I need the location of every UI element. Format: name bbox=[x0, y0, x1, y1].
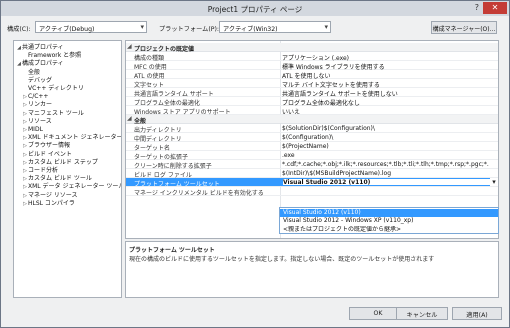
tree-item-label: ビルド イベント bbox=[28, 150, 72, 158]
property-row[interactable]: Windows ストア アプリのサポート いいえ bbox=[126, 106, 498, 116]
tree-item[interactable]: ▷コード分析 bbox=[14, 167, 58, 175]
tree-item-label: デバッグ bbox=[28, 76, 53, 84]
property-name: マネージ インクリメンタル ビルドを有効化する bbox=[134, 190, 264, 197]
property-tree[interactable]: ◢共通プロパティ Framework と参照 ◢構成プロパティ 全般 デバッグ VC++ … bbox=[13, 40, 122, 298]
tree-item[interactable]: ▷HLSL コンパイラ bbox=[14, 200, 75, 208]
tree-item[interactable]: ◢共通プロパティ bbox=[14, 44, 64, 52]
property-value: .exe bbox=[282, 152, 295, 159]
tree-item-label: Framework と参照 bbox=[28, 52, 82, 60]
property-value: *.cdf;*.cache;*.obj;*.ilk;*.resources;*.… bbox=[282, 161, 489, 168]
chevron-down-icon[interactable]: ▾ bbox=[490, 178, 498, 186]
tree-item-label: VC++ ディレクトリ bbox=[28, 85, 84, 92]
tree-item[interactable]: ▷リソース bbox=[14, 118, 52, 126]
tree-item[interactable]: ▷マネージ リソース bbox=[14, 191, 78, 200]
property-row[interactable]: ターゲットの拡張子 .exe bbox=[126, 151, 498, 161]
tree-item[interactable]: ▷カスタム ビルド ステップ bbox=[14, 159, 98, 167]
property-row[interactable]: ATL の使用 ATL を使用しない bbox=[126, 70, 498, 80]
tree-item-label: 構成プロパティ bbox=[22, 60, 64, 68]
tree-item-label: リンカー bbox=[28, 101, 53, 109]
configuration-label: 構成(C): bbox=[7, 26, 31, 33]
description-title: プラットフォーム ツールセット bbox=[129, 247, 215, 254]
category-header[interactable]: ◢ 全般 bbox=[126, 115, 498, 125]
property-row[interactable]: マネージ インクリメンタル ビルドを有効化する bbox=[126, 187, 498, 197]
description-text: 現在の構成のビルドに使用するツールセットを指定します。指定しない場合、既定のツー… bbox=[129, 256, 435, 263]
tree-item-label: ブラウザー情報 bbox=[28, 142, 71, 150]
property-row[interactable]: クリーン時に削除する拡張子 *.cdf;*.cache;*.obj;*.ilk;*… bbox=[126, 160, 498, 170]
configuration-bar: 構成(C): アクティブ(Debug) ▾ プラットフォーム(P): アクティブ… bbox=[1, 19, 509, 35]
property-value: $(Configuration)\ bbox=[282, 134, 334, 141]
platform-select[interactable]: アクティブ(Win32) ▾ bbox=[219, 21, 331, 33]
configuration-manager-button[interactable]: 構成マネージャー(O)... bbox=[431, 21, 497, 34]
tree-item-label: コード分析 bbox=[28, 167, 59, 174]
configuration-select[interactable]: アクティブ(Debug) ▾ bbox=[35, 21, 147, 33]
category-header[interactable]: ◢ プロジェクトの既定値 bbox=[126, 43, 498, 53]
tree-item[interactable]: ▷ビルド イベント bbox=[14, 151, 72, 159]
chevron-down-icon: ▾ bbox=[324, 23, 328, 31]
tree-item-label: リソース bbox=[28, 117, 52, 125]
property-row[interactable]: 中間ディレクトリ $(Configuration)\ bbox=[126, 133, 498, 143]
window-title: Project1 プロパティ ページ bbox=[207, 5, 303, 14]
property-pages-window: Project1 プロパティ ページ ? ✕ 構成(C): アクティブ(Debu… bbox=[0, 0, 510, 328]
close-button[interactable]: ✕ bbox=[483, 2, 507, 14]
tree-item[interactable]: ▷カスタム ビルド ツール bbox=[14, 175, 92, 183]
tree-item[interactable]: ▷XML データ ジェネレーター ツール bbox=[14, 183, 122, 191]
tree-item-label: マネージ リソース bbox=[28, 191, 78, 199]
property-row[interactable]: ビルド ログ ファイル $(IntDir)\$(MSBuildProjectNam… bbox=[126, 169, 498, 179]
platform-label: プラットフォーム(P): bbox=[159, 26, 219, 33]
tree-item-label: カスタム ビルド ステップ bbox=[28, 158, 98, 166]
tree-item[interactable]: ▷C/C++ bbox=[14, 93, 48, 101]
property-value: $(IntDir)\$(MSBuildProjectName).log bbox=[282, 170, 392, 177]
tree-item-label: 全般 bbox=[28, 68, 41, 76]
tree-item-label: C/C++ bbox=[28, 93, 49, 101]
chevron-down-icon: ▾ bbox=[140, 23, 144, 31]
cancel-button[interactable]: キャンセル bbox=[396, 307, 448, 320]
tree-item[interactable]: デバッグ bbox=[14, 77, 52, 85]
tree-item-label: XML ドキュメント ジェネレーター bbox=[28, 134, 122, 142]
tree-item-label: XML データ ジェネレーター ツール bbox=[28, 183, 122, 191]
dropdown-option[interactable]: Visual Studio 2012 (v110) bbox=[280, 209, 498, 217]
tree-item[interactable]: ▷XML ドキュメント ジェネレーター bbox=[14, 134, 122, 142]
property-row[interactable]: 文字セット マルチ バイト文字セットを使用する bbox=[126, 79, 498, 89]
property-row[interactable]: MFC の使用 標準 Windows ライブラリを使用する bbox=[126, 61, 498, 71]
apply-button[interactable]: 適用(A) bbox=[452, 307, 502, 320]
title-bar: Project1 プロパティ ページ ? ✕ bbox=[1, 1, 509, 16]
tree-item[interactable]: Framework と参照 bbox=[14, 52, 81, 60]
tree-item[interactable]: ▷リンカー bbox=[14, 101, 52, 109]
tree-item[interactable]: VC++ ディレクトリ bbox=[14, 85, 84, 93]
property-value[interactable]: Visual Studio 2012 (v110) bbox=[282, 178, 496, 186]
tree-item-label: MIDL bbox=[28, 126, 43, 133]
property-row[interactable]: 構成の種類 アプリケーション (.exe) bbox=[126, 52, 498, 62]
tree-item-label: カスタム ビルド ツール bbox=[28, 175, 92, 183]
tree-item[interactable]: ▷ブラウザー情報 bbox=[14, 142, 70, 150]
toolset-dropdown-list[interactable]: Visual Studio 2012 (v110) Visual Studio 2… bbox=[279, 207, 499, 234]
property-row[interactable]: 出力ディレクトリ $(SolutionDir)$(Configuration)\ bbox=[126, 124, 498, 134]
description-panel: プラットフォーム ツールセット 現在の構成のビルドに使用するツールセットを指定し… bbox=[125, 241, 499, 298]
collapse-arrow-icon[interactable]: ◢ bbox=[127, 43, 132, 50]
tree-item[interactable]: 全般 bbox=[14, 69, 40, 77]
property-row[interactable]: プラットフォーム ツールセット Visual Studio 2012 (v110)… bbox=[126, 178, 498, 188]
property-row[interactable]: 共通言語ランタイム サポート 共通言語ランタイム サポートを使用しない bbox=[126, 88, 498, 98]
property-value: $(ProjectName) bbox=[282, 143, 329, 150]
dropdown-option[interactable]: Visual Studio 2012 - Windows XP (v110_xp… bbox=[280, 217, 498, 225]
tree-item[interactable]: ◢構成プロパティ bbox=[14, 60, 64, 68]
tree-item[interactable]: ▷MIDL bbox=[14, 126, 43, 134]
tree-item-label: マニフェスト ツール bbox=[28, 109, 84, 117]
platform-value: アクティブ(Win32) bbox=[223, 26, 278, 33]
configuration-value: アクティブ(Debug) bbox=[39, 26, 95, 33]
dropdown-option[interactable]: <親またはプロジェクトの既定値から継承> bbox=[280, 226, 498, 234]
help-icon[interactable]: ? bbox=[475, 3, 479, 12]
tree-item-label: 共通プロパティ bbox=[22, 44, 64, 51]
collapse-arrow-icon[interactable]: ◢ bbox=[127, 115, 132, 122]
tree-item[interactable]: ▷マニフェスト ツール bbox=[14, 110, 84, 118]
property-row[interactable]: プログラム全体の最適化 プログラム全体の最適化なし bbox=[126, 97, 498, 107]
tree-item-label: HLSL コンパイラ bbox=[28, 199, 75, 207]
property-value: $(SolutionDir)$(Configuration)\ bbox=[282, 125, 375, 132]
property-row[interactable]: ターゲット名 $(ProjectName) bbox=[126, 142, 498, 152]
